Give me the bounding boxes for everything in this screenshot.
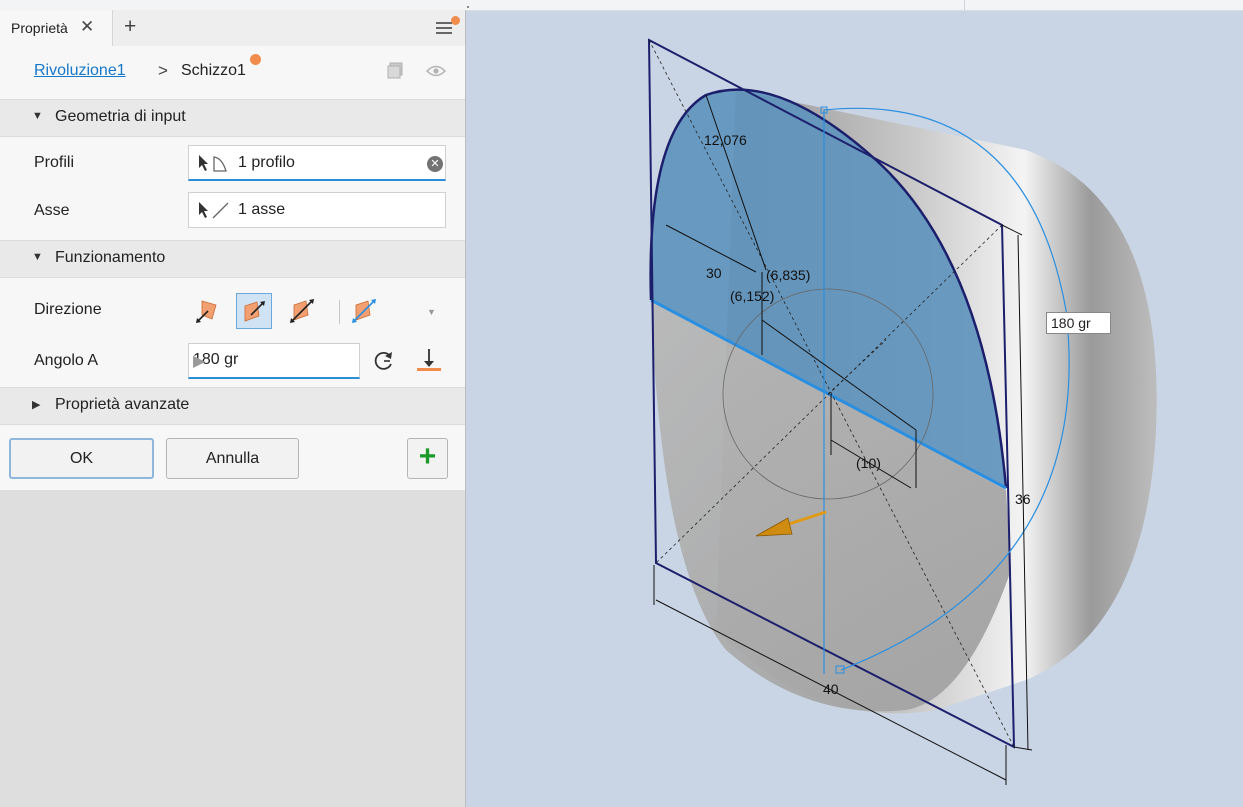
direction-symmetric-icon bbox=[290, 299, 314, 323]
angle-label: Angolo A bbox=[34, 352, 99, 369]
tab-properties-label: Proprietà bbox=[11, 20, 68, 36]
direction-asymmetric-icon bbox=[352, 299, 376, 323]
breadcrumb: Rivoluzione1 > Schizzo1 bbox=[0, 54, 465, 90]
splitter-notch bbox=[467, 6, 469, 8]
properties-panel: Proprietà ✕ + Rivoluzione1 > Schizzo1 ▼ … bbox=[0, 10, 466, 807]
section-input-geometry[interactable]: ▼ Geometria di input bbox=[0, 99, 465, 137]
preview-box-icon[interactable] bbox=[387, 62, 403, 79]
section-input-geometry-label: Geometria di input bbox=[55, 108, 186, 125]
axis-label: Asse bbox=[34, 202, 70, 219]
graphics-viewport[interactable]: 12,076 30 (6,835) (6,152) (10) 36 40 180… bbox=[466, 10, 1243, 807]
tab-properties[interactable]: Proprietà ✕ bbox=[0, 10, 113, 46]
profiles-label: Profili bbox=[34, 154, 75, 171]
direction-asymmetric-button[interactable] bbox=[346, 293, 382, 329]
direction-label: Direzione bbox=[34, 301, 102, 318]
section-behavior-label: Funzionamento bbox=[55, 249, 166, 266]
rotate-full-icon[interactable] bbox=[370, 347, 398, 375]
direction-symmetric-button[interactable] bbox=[284, 293, 320, 329]
breadcrumb-sketch-link[interactable]: Schizzo1 bbox=[181, 62, 246, 80]
profiles-value: 1 profilo bbox=[238, 154, 295, 171]
visibility-eye-icon[interactable] bbox=[426, 64, 446, 78]
direction-flip-button[interactable] bbox=[236, 293, 272, 329]
top-divider bbox=[964, 0, 965, 10]
direction-default-button[interactable] bbox=[188, 293, 224, 329]
section-behavior[interactable]: ▼ Funzionamento bbox=[0, 240, 465, 278]
panel-content: Proprietà ✕ + Rivoluzione1 > Schizzo1 ▼ … bbox=[0, 10, 465, 490]
toolbar-separator bbox=[339, 300, 340, 324]
dimension-10[interactable]: (10) bbox=[856, 455, 881, 471]
dimension-36[interactable]: 36 bbox=[1015, 491, 1031, 507]
notification-dot bbox=[451, 16, 460, 25]
angle-input[interactable]: 180 gr ▶ bbox=[188, 343, 360, 379]
expand-triangle-icon: ▶ bbox=[32, 399, 41, 411]
clear-selection-icon[interactable]: ✕ bbox=[427, 156, 443, 172]
dimension-40[interactable]: 40 bbox=[823, 681, 839, 697]
angle-flyout-icon[interactable]: ▶ bbox=[193, 351, 205, 371]
panel-tab-bar: Proprietà ✕ + bbox=[0, 10, 465, 46]
angle-manipulator-label[interactable]: 180 gr bbox=[1046, 312, 1111, 334]
dimension-6835[interactable]: (6,835) bbox=[766, 267, 810, 283]
sketch-status-dot bbox=[250, 54, 261, 65]
dimension-30[interactable]: 30 bbox=[706, 265, 722, 281]
axis-value: 1 asse bbox=[238, 201, 286, 218]
collapse-triangle-icon: ▼ bbox=[32, 110, 43, 122]
dimension-6152[interactable]: (6,152) bbox=[730, 288, 774, 304]
ok-button[interactable]: OK bbox=[9, 438, 154, 479]
section-advanced[interactable]: ▶ Proprietà avanzate bbox=[0, 387, 465, 425]
close-icon[interactable]: ✕ bbox=[80, 17, 94, 37]
breadcrumb-feature-link[interactable]: Rivoluzione1 bbox=[34, 62, 126, 80]
axis-select-icon bbox=[199, 202, 229, 219]
profiles-selector[interactable]: 1 profilo ✕ bbox=[188, 145, 446, 181]
model-canvas[interactable]: 12,076 30 (6,835) (6,152) (10) 36 40 bbox=[466, 10, 1243, 807]
section-advanced-label: Proprietà avanzate bbox=[55, 396, 190, 413]
add-tab-icon[interactable]: + bbox=[124, 15, 136, 39]
direction-flip-icon bbox=[244, 301, 265, 322]
profile-select-icon bbox=[199, 155, 227, 172]
direction-dropdown-icon[interactable]: ▼ bbox=[427, 307, 436, 317]
menu-icon[interactable] bbox=[436, 22, 452, 36]
extent-to-icon[interactable] bbox=[413, 345, 445, 377]
apply-add-button[interactable]: + bbox=[407, 438, 448, 479]
direction-default-icon bbox=[196, 300, 217, 323]
collapse-triangle-icon: ▼ bbox=[32, 251, 43, 263]
cancel-button[interactable]: Annulla bbox=[166, 438, 299, 479]
axis-selector[interactable]: 1 asse bbox=[188, 192, 446, 228]
breadcrumb-separator: > bbox=[158, 61, 168, 80]
dimension-12076[interactable]: 12,076 bbox=[704, 132, 747, 148]
